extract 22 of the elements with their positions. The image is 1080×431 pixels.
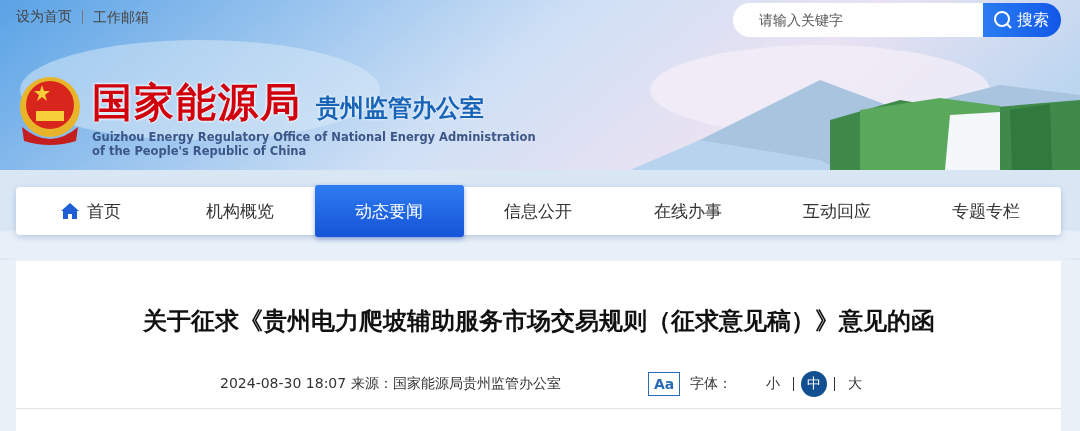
site-title: 国家能源局 [92, 78, 302, 127]
english-name: Guizhou Energy Regulatory Office of National Energy Administration [92, 130, 536, 144]
nav-tab[interactable]: 机构概览 [165, 187, 315, 235]
nav-tab[interactable]: 互动回应 [762, 187, 912, 235]
search-field[interactable]: 请输入关键字 [733, 3, 983, 37]
nav-tab[interactable]: 在线办事 [613, 187, 763, 235]
font-size-option[interactable]: 小 [760, 371, 787, 397]
nav-tab[interactable]: 专题专栏 [911, 187, 1061, 235]
nav-tab[interactable]: 动态要闻 [314, 185, 464, 237]
search-button[interactable]: 搜索 [983, 3, 1061, 37]
site-subtitle: 贵州监管办公室 [316, 93, 484, 124]
article-meta: 2024-08-30 18:07 来源：国家能源局贵州监管办公室 [220, 375, 562, 393]
font-size-option[interactable]: 中 [801, 371, 828, 397]
article-title: 关于征求《贵州电力爬坡辅助服务市场交易规则（征求意见稿）》意见的函 [141, 306, 936, 337]
font-size-label: 字体： [690, 375, 733, 393]
top-link[interactable]: 设为首页 [16, 8, 72, 26]
english-name: of the People's Republic of China [92, 144, 308, 158]
font-size-option[interactable]: 大 [842, 371, 869, 397]
top-link[interactable]: 工作邮箱 [82, 10, 149, 24]
font-badge: Aa [648, 372, 681, 396]
nav-tab[interactable]: 信息公开 [463, 187, 614, 235]
nav-tab[interactable]: 首页 [16, 187, 166, 235]
